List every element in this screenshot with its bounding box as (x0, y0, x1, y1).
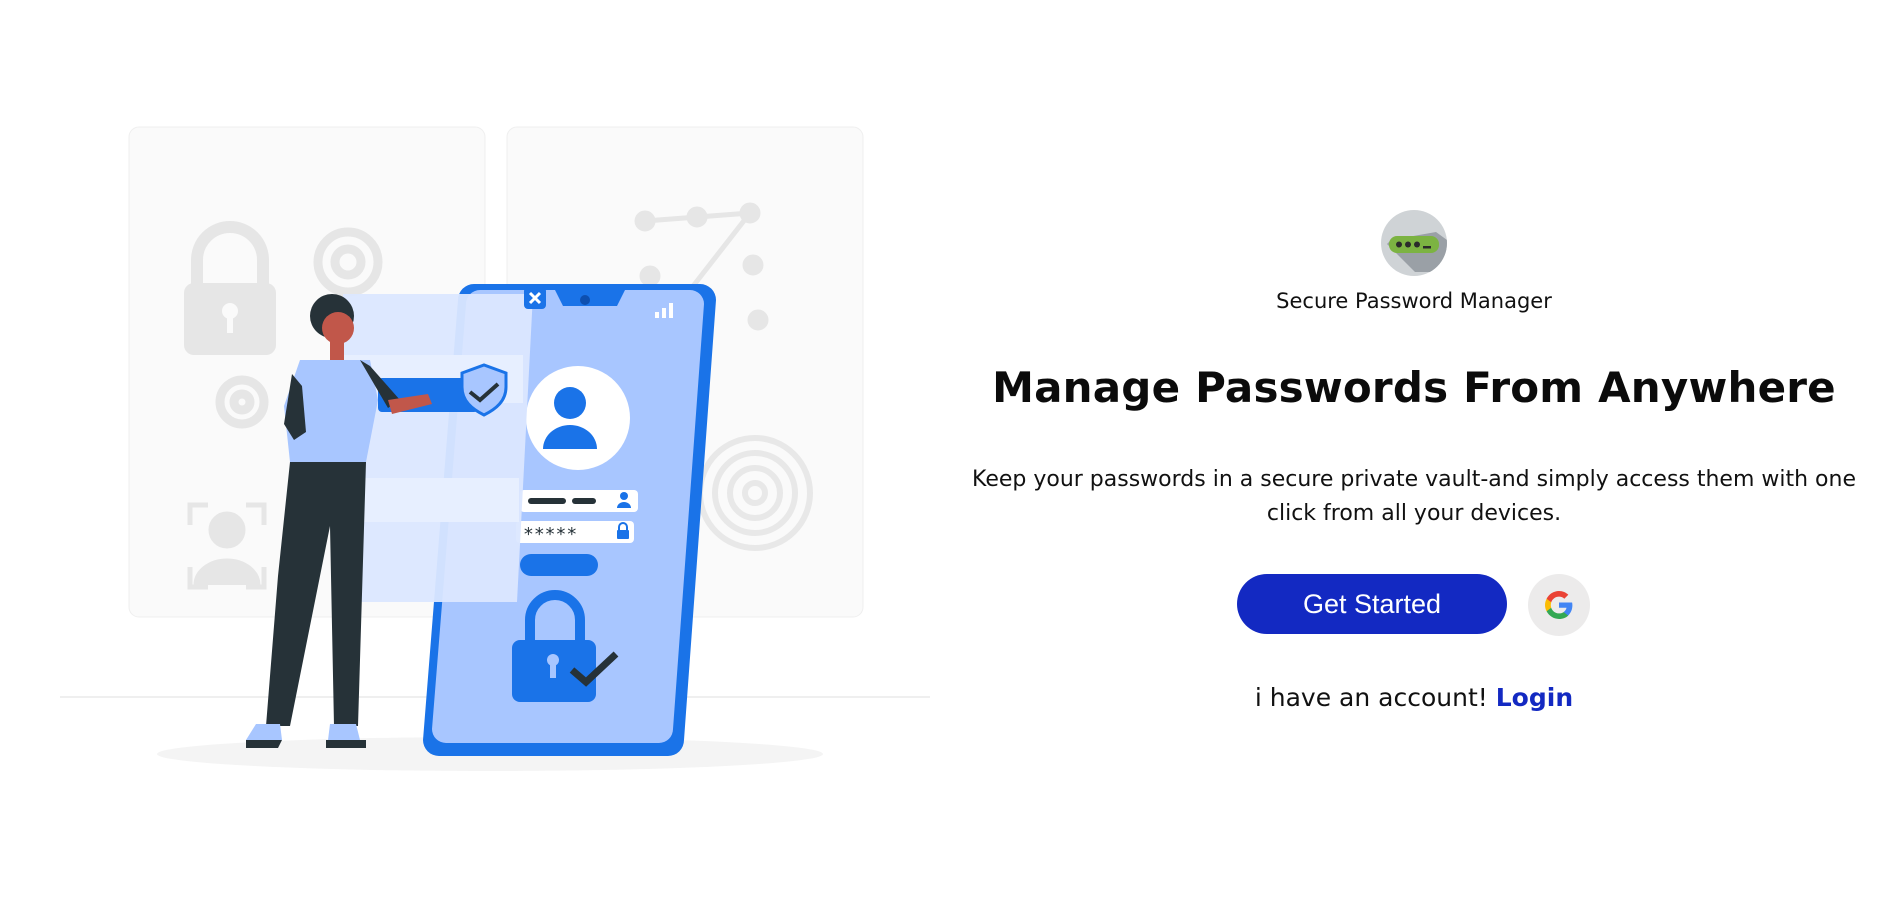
brand-name: Secure Password Manager (1276, 289, 1552, 313)
hero-illustration: ***** (0, 0, 940, 904)
tagline-line-2: click from all your devices. (1266, 501, 1562, 526)
account-line: i have an account! Login (960, 683, 1868, 712)
login-button-illustration (520, 554, 598, 576)
security-illustration: ***** (60, 126, 930, 771)
user-avatar-icon (526, 366, 630, 470)
tagline: Keep your passwords in a secure private … (960, 463, 1868, 531)
get-started-button[interactable]: Get Started (1237, 574, 1507, 634)
page-title: Manage Passwords From Anywhere (992, 363, 1836, 412)
app-logo (1381, 210, 1447, 276)
login-link[interactable]: Login (1496, 683, 1573, 712)
tagline-line-1: Keep your passwords in a secure private … (971, 467, 1856, 492)
google-icon (1545, 591, 1573, 619)
have-account-text: i have an account! (1254, 683, 1488, 712)
google-signin-button[interactable] (1528, 574, 1590, 636)
hero-section: Secure Password Manager Manage Passwords… (960, 0, 1899, 904)
floating-login-panel (343, 287, 546, 602)
password-mask-text: ***** (523, 524, 577, 545)
password-field-icon (1387, 232, 1447, 272)
